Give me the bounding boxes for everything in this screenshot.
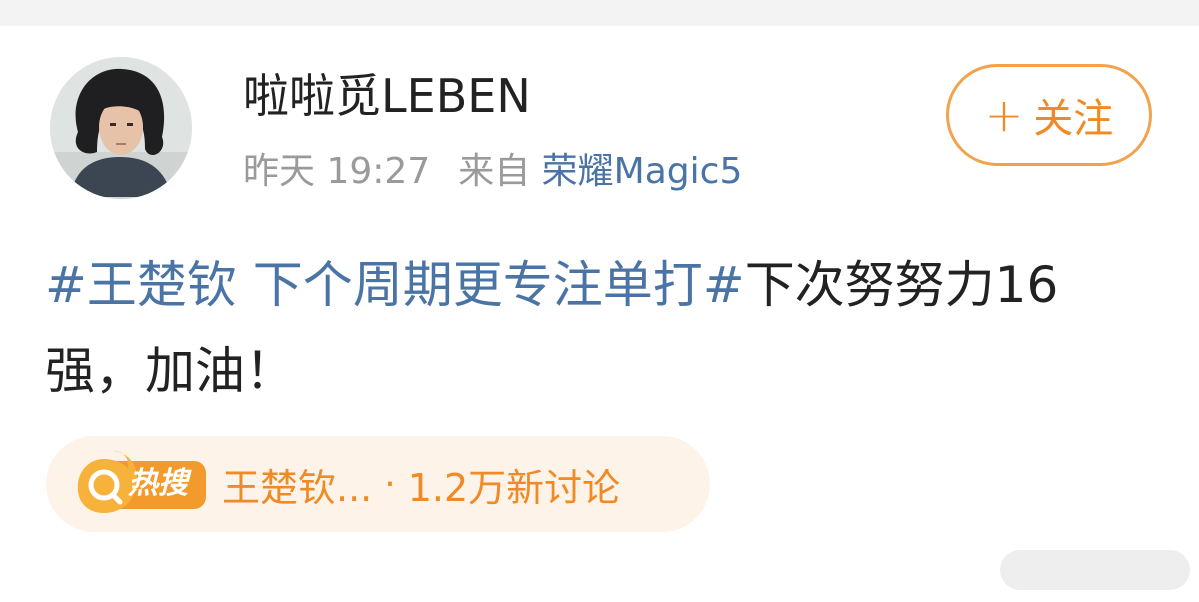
follow-button[interactable]: + 关注 [946,64,1152,166]
post-content: #王楚钦 下个周期更专注单打#下次努努力16强，加油！ [45,242,1125,414]
avatar-image [50,57,192,199]
post-meta: 昨天 19:27 来自 荣耀Magic5 [243,150,742,194]
separator-dot: · [384,463,396,505]
hot-search-title: 王楚钦... [222,465,373,510]
top-bar [0,0,1199,26]
follow-label: 关注 [1033,96,1114,142]
hot-search-badge-text: 热搜 [128,466,188,501]
plus-icon: + [984,88,1024,142]
device-link[interactable]: 荣耀Magic5 [542,151,743,192]
hot-search-chip[interactable]: 热搜 王楚钦... · 1.2万新讨论 [46,436,710,532]
post-time: 昨天 19:27 [243,151,431,192]
from-label: 来自 [458,151,531,192]
username[interactable]: 啦啦觅LEBEN [243,70,531,122]
hot-search-badge: 热搜 [70,451,208,517]
hashtag-link[interactable]: #王楚钦 下个周期更专注单打# [45,256,745,314]
share-pill-button[interactable] [1000,550,1190,590]
discussion-count: 1.2万新讨论 [407,465,621,510]
avatar[interactable] [50,57,192,199]
